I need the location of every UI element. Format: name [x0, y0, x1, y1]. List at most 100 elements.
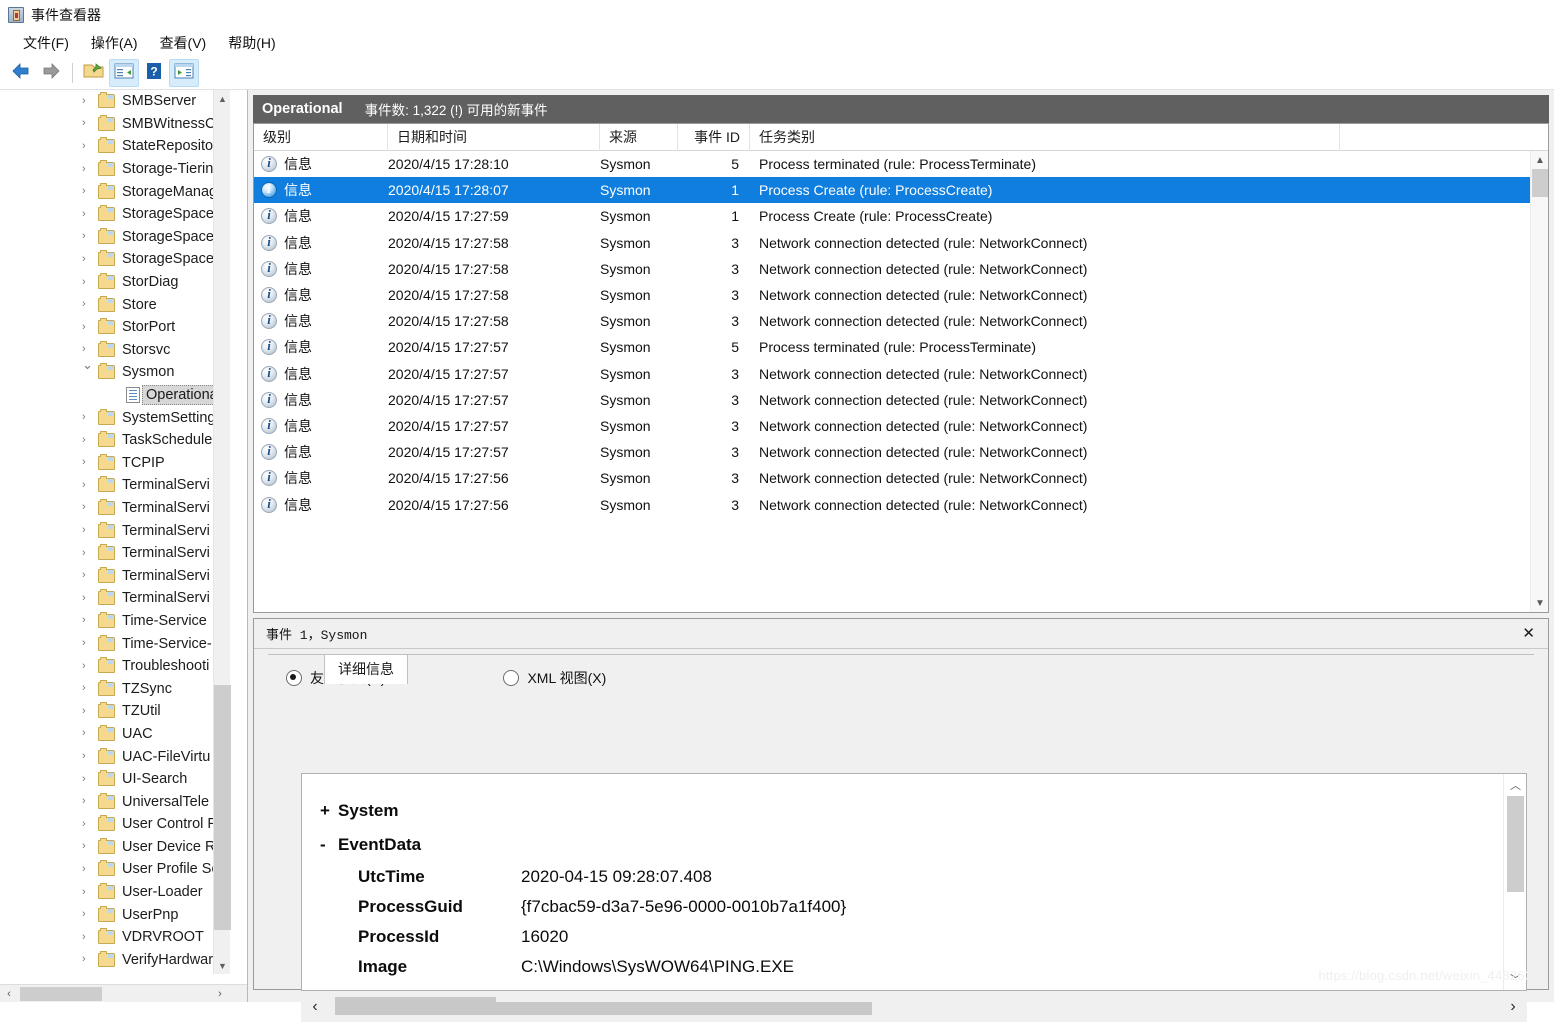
table-row[interactable]: 信息 2020/4/15 17:27:56 Sysmon 3 Network conne…: [254, 491, 1548, 517]
chevron-right-icon[interactable]: ›: [82, 818, 92, 830]
event-list-vertical-scrollbar[interactable]: ▲ ▼: [1530, 151, 1548, 612]
sidebar-item-storagespace[interactable]: › StorageSpace: [0, 203, 230, 226]
toggle-console-tree-button[interactable]: [109, 58, 139, 87]
sidebar-item-storagespace[interactable]: › StorageSpace: [0, 248, 230, 271]
event-data-vertical-scrollbar[interactable]: ︿ ﹀: [1503, 774, 1526, 990]
sidebar-item-stordiag[interactable]: › StorDiag: [0, 271, 230, 294]
sidebar-item-verifyhardwar[interactable]: › VerifyHardwar: [0, 949, 230, 972]
chevron-right-icon[interactable]: ›: [82, 683, 92, 694]
sidebar-item-terminalservi[interactable]: › TerminalServi: [0, 474, 230, 497]
chevron-right-icon[interactable]: ›: [82, 95, 92, 107]
sidebar-item-storport[interactable]: › StorPort: [0, 316, 230, 339]
sidebar-item-systemsetting[interactable]: › SystemSetting: [0, 406, 230, 429]
table-row[interactable]: 信息 2020/4/15 17:27:57 Sysmon 3 Network conne…: [254, 387, 1548, 413]
column-header[interactable]: 事件 ID: [678, 124, 750, 151]
column-header[interactable]: 级别: [254, 124, 388, 151]
chevron-right-icon[interactable]: ›: [82, 592, 92, 604]
chevron-right-icon[interactable]: ›: [82, 954, 92, 965]
chevron-right-icon[interactable]: ›: [82, 728, 92, 739]
sidebar-item-sysmon[interactable]: ⌄ Sysmon: [0, 358, 230, 384]
sidebar-item-user-control-f[interactable]: › User Control F: [0, 813, 230, 836]
sidebar-item-terminalservi[interactable]: › TerminalServi: [0, 542, 230, 565]
sidebar-item-taskschedule[interactable]: › TaskSchedule: [0, 429, 230, 452]
collapse-minus-icon[interactable]: -: [320, 835, 338, 855]
menu-help[interactable]: 帮助(H): [217, 30, 286, 56]
column-header[interactable]: 日期和时间: [388, 124, 600, 151]
chevron-right-icon[interactable]: ›: [82, 140, 92, 152]
column-header[interactable]: 来源: [600, 124, 678, 151]
chevron-right-icon[interactable]: ›: [82, 570, 92, 581]
column-header[interactable]: 任务类别: [750, 124, 1340, 151]
table-row[interactable]: 信息 2020/4/15 17:27:57 Sysmon 3 Network conne…: [254, 413, 1548, 439]
help-button[interactable]: ?: [139, 59, 169, 87]
event-list-rows[interactable]: 信息 2020/4/15 17:28:10 Sysmon 5 Process termi…: [254, 151, 1548, 612]
table-row[interactable]: 信息 2020/4/15 17:28:10 Sysmon 5 Process termi…: [254, 151, 1548, 177]
menu-file[interactable]: 文件(F): [12, 30, 80, 56]
toggle-action-pane-button[interactable]: [169, 58, 199, 87]
table-row[interactable]: 信息 2020/4/15 17:27:57 Sysmon 3 Network conne…: [254, 361, 1548, 387]
radio-xml-view-indicator[interactable]: [503, 670, 520, 686]
detail-node-system[interactable]: + System: [320, 794, 1502, 828]
forward-button[interactable]: [36, 59, 66, 87]
sidebar-item-ui-search[interactable]: › UI-Search: [0, 768, 230, 791]
back-button[interactable]: [6, 59, 36, 87]
event-list-scroll-up-icon[interactable]: ▲: [1531, 151, 1548, 169]
sidebar-item-operational[interactable]: Operational: [0, 384, 230, 407]
chevron-right-icon[interactable]: ›: [82, 299, 92, 310]
sidebar-item-time-service[interactable]: › Time-Service-: [0, 632, 230, 655]
sidebar-item-statereposito[interactable]: › StateReposito: [0, 135, 230, 158]
sidebar-item-user-profile-se[interactable]: › User Profile Se: [0, 858, 230, 881]
chevron-right-icon[interactable]: ›: [82, 163, 92, 175]
chevron-right-icon[interactable]: ›: [82, 660, 92, 672]
table-row[interactable]: 信息 2020/4/15 17:28:07 Sysmon 1 Process Creat…: [254, 177, 1548, 204]
radio-xml-view[interactable]: XML 视图(X): [503, 668, 606, 688]
sidebar-item-smbwitnessc[interactable]: › SMBWitnessC: [0, 113, 230, 136]
chevron-right-icon[interactable]: ›: [82, 118, 92, 129]
sidebar-item-storage-tierin[interactable]: › Storage-Tierin: [0, 158, 230, 181]
console-tree[interactable]: › SMBServer › SMBWitnessC › StateReposito › Sto…: [0, 90, 230, 974]
chevron-right-icon[interactable]: ›: [82, 705, 92, 717]
sidebar-scroll-left-icon[interactable]: ‹: [0, 985, 18, 1002]
sidebar-item-universaltele[interactable]: › UniversalTele: [0, 790, 230, 813]
chevron-right-icon[interactable]: ›: [82, 434, 92, 446]
sidebar-item-user-device-r[interactable]: › User Device R: [0, 836, 230, 859]
sidebar-item-terminalservi[interactable]: › TerminalServi: [0, 519, 230, 542]
chevron-right-icon[interactable]: ›: [82, 547, 92, 559]
table-row[interactable]: 信息 2020/4/15 17:27:58 Sysmon 3 Network conne…: [254, 308, 1548, 334]
sidebar-item-tzsync[interactable]: › TZSync: [0, 677, 230, 700]
table-row[interactable]: 信息 2020/4/15 17:27:58 Sysmon 3 Network conne…: [254, 282, 1548, 308]
chevron-right-icon[interactable]: ›: [82, 479, 92, 491]
event-data-scroll-up-icon[interactable]: ︿: [1504, 774, 1526, 796]
chevron-right-icon[interactable]: ›: [82, 841, 92, 852]
chevron-down-icon[interactable]: ⌄: [82, 358, 93, 371]
sidebar-item-user-loader[interactable]: › User-Loader: [0, 881, 230, 904]
chevron-right-icon[interactable]: ›: [82, 525, 92, 536]
sidebar-item-terminalservi[interactable]: › TerminalServi: [0, 587, 230, 610]
sidebar-item-storsvc[interactable]: › Storsvc: [0, 339, 230, 362]
sidebar-item-tcpip[interactable]: › TCPIP: [0, 452, 230, 475]
chevron-right-icon[interactable]: ›: [82, 909, 92, 920]
chevron-right-icon[interactable]: ›: [82, 773, 92, 785]
sidebar-item-tzutil[interactable]: › TZUtil: [0, 700, 230, 723]
chevron-right-icon[interactable]: ›: [82, 638, 92, 649]
chevron-right-icon[interactable]: ›: [82, 344, 92, 355]
chevron-right-icon[interactable]: ›: [82, 886, 92, 898]
chevron-right-icon[interactable]: ›: [82, 751, 92, 762]
table-row[interactable]: 信息 2020/4/15 17:27:58 Sysmon 3 Network conne…: [254, 256, 1548, 282]
sidebar-item-uac-filevirtu[interactable]: › UAC-FileVirtu: [0, 745, 230, 768]
chevron-right-icon[interactable]: ›: [82, 931, 92, 943]
event-data-scroll-left-icon[interactable]: ‹: [301, 993, 329, 1021]
close-icon[interactable]: ✕: [1518, 624, 1539, 643]
chevron-right-icon[interactable]: ›: [82, 253, 92, 265]
menu-action[interactable]: 操作(A): [80, 30, 149, 56]
chevron-right-icon[interactable]: ›: [82, 412, 92, 423]
sidebar-item-store[interactable]: › Store: [0, 293, 230, 316]
sidebar-vertical-scrollbar[interactable]: ▲ ▼: [213, 90, 231, 974]
sidebar-scroll-thumb[interactable]: [214, 685, 231, 930]
event-list-scroll-down-icon[interactable]: ▼: [1531, 594, 1548, 612]
chevron-right-icon[interactable]: ›: [82, 863, 92, 875]
sidebar-item-uac[interactable]: › UAC: [0, 723, 230, 746]
table-row[interactable]: 信息 2020/4/15 17:27:59 Sysmon 1 Process Creat…: [254, 203, 1548, 229]
chevron-right-icon[interactable]: ›: [82, 208, 92, 220]
table-row[interactable]: 信息 2020/4/15 17:27:57 Sysmon 5 Process termi…: [254, 334, 1548, 360]
